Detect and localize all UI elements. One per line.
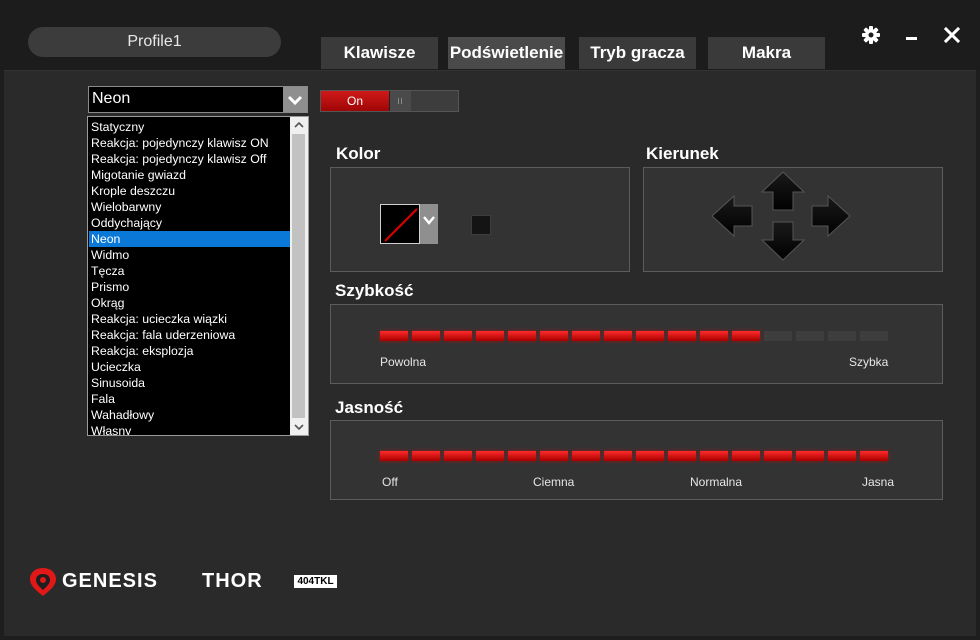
brightness-segment[interactable] [636,451,664,461]
brightness-segment[interactable] [508,451,536,461]
arrow-down-icon[interactable] [760,221,806,261]
brightness-segment[interactable] [380,451,408,461]
scroll-down-icon[interactable] [290,419,308,435]
tab-lighting[interactable]: Podświetlenie [448,37,565,69]
brightness-slider[interactable] [380,451,890,463]
effect-dropdown[interactable]: Neon [88,86,308,113]
brightness-segment[interactable] [604,451,632,461]
speed-segment[interactable] [732,331,760,341]
chevron-down-icon[interactable] [420,204,438,244]
list-item[interactable]: Reakcja: pojedynczy klawisz Off [89,151,290,167]
speed-max-label: Szybka [849,355,889,369]
profile-selector[interactable]: Profile1 [28,27,281,57]
speed-segment[interactable] [380,331,408,341]
speed-segment[interactable] [412,331,440,341]
brightness-segment[interactable] [796,451,824,461]
scroll-up-icon[interactable] [290,117,308,133]
list-item[interactable]: Krople deszczu [89,183,290,199]
no-color-icon[interactable] [380,204,420,244]
genesis-logo-icon [30,568,56,596]
speed-segment[interactable] [508,331,536,341]
color-preview[interactable] [471,215,491,235]
speed-panel [330,304,943,384]
direction-label: Kierunek [646,144,719,163]
list-item[interactable]: Reakcja: pojedynczy klawisz ON [89,135,290,151]
speed-segment[interactable] [796,331,824,341]
list-item[interactable]: Migotanie gwiazd [89,167,290,183]
speed-segment[interactable] [604,331,632,341]
minimize-icon[interactable] [898,22,924,48]
list-item[interactable]: Sinusoida [89,375,290,391]
brightness-segment[interactable] [476,451,504,461]
brightness-segment[interactable] [572,451,600,461]
brightness-segment[interactable] [412,451,440,461]
brightness-segment[interactable] [668,451,696,461]
brightness-segment[interactable] [444,451,472,461]
direction-arrows [708,170,854,262]
effect-list-scrollbar[interactable] [290,117,308,435]
color-label: Kolor [336,144,381,163]
brand-name: GENESIS [62,570,158,592]
toggle-handle[interactable] [389,91,411,111]
arrow-left-icon[interactable] [711,194,753,238]
speed-segment[interactable] [828,331,856,341]
brightness-segment[interactable] [860,451,888,461]
list-item[interactable]: Oddychający [89,215,290,231]
speed-segment[interactable] [860,331,888,341]
list-item[interactable]: Własny [89,423,290,435]
speed-segment[interactable] [668,331,696,341]
list-item[interactable]: Neon [89,231,290,247]
brightness-segment[interactable] [764,451,792,461]
list-item[interactable]: Wielobarwny [89,199,290,215]
speed-segment[interactable] [764,331,792,341]
gear-icon[interactable] [858,22,884,48]
speed-label: Szybkość [335,281,414,300]
list-item[interactable]: Reakcja: ucieczka wiązki [89,311,290,327]
lighting-toggle[interactable]: On [320,90,459,112]
brightness-tick-dark: Ciemna [533,475,575,489]
effect-dropdown-value: Neon [92,90,131,107]
list-item[interactable]: Fala [89,391,290,407]
brightness-segment[interactable] [700,451,728,461]
list-item[interactable]: Wahadłowy [89,407,290,423]
tab-macros[interactable]: Makra [708,37,825,69]
list-item[interactable]: Ucieczka [89,359,290,375]
speed-slider[interactable] [380,331,890,343]
tab-game-mode[interactable]: Tryb gracza [579,37,696,69]
brightness-tick-normal: Normalna [690,475,743,489]
brightness-tick-off: Off [382,475,398,489]
brightness-segment[interactable] [540,451,568,461]
chevron-down-icon[interactable] [283,87,307,112]
list-item[interactable]: Reakcja: fala uderzeniowa [89,327,290,343]
brightness-tick-bright: Jasna [862,475,895,489]
brightness-label: Jasność [335,398,404,417]
brightness-segment[interactable] [732,451,760,461]
list-item[interactable]: Prismo [89,279,290,295]
brightness-segment[interactable] [828,451,856,461]
toggle-on-label: On [321,91,389,111]
scroll-thumb[interactable] [292,134,305,418]
speed-segment[interactable] [540,331,568,341]
speed-segment[interactable] [572,331,600,341]
brand-logo: GENESIS THOR 404TKL [28,566,337,598]
list-item[interactable]: Reakcja: eksplozja [89,343,290,359]
speed-segment[interactable] [476,331,504,341]
product-badge: 404TKL [294,575,337,588]
list-item[interactable]: Okrąg [89,295,290,311]
close-icon[interactable] [939,22,965,48]
list-item[interactable]: Widmo [89,247,290,263]
arrow-up-icon[interactable] [760,171,806,211]
speed-min-label: Powolna [380,355,427,369]
effect-list-items: Statyczny Reakcja: pojedynczy klawisz ON R… [89,119,290,435]
speed-segment[interactable] [444,331,472,341]
list-item[interactable]: Statyczny [89,119,290,135]
speed-segment[interactable] [700,331,728,341]
list-item[interactable]: Tęcza [89,263,290,279]
tab-keys[interactable]: Klawisze [321,37,438,69]
speed-segment[interactable] [636,331,664,341]
effect-list[interactable]: Statyczny Reakcja: pojedynczy klawisz ON R… [87,116,309,436]
product-name: THOR [202,570,263,592]
arrow-right-icon[interactable] [811,194,851,238]
